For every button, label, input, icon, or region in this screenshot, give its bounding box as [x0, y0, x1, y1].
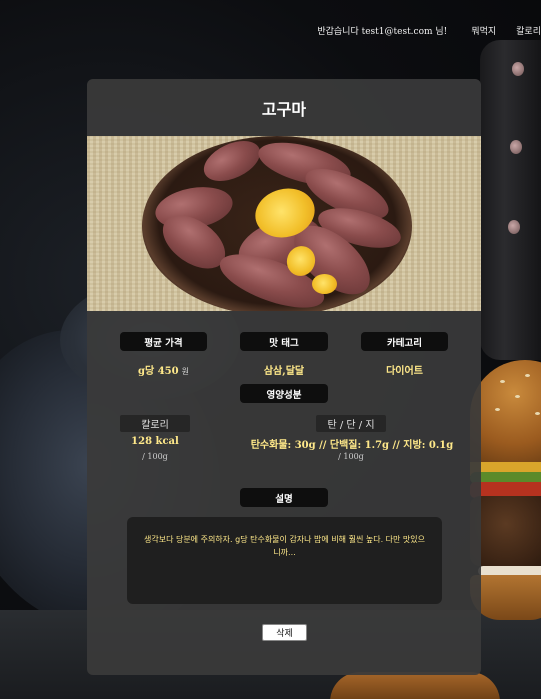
knife-handle-decoration [480, 40, 541, 360]
price-label: 평균 가격 [120, 332, 207, 351]
food-title: 고구마 [261, 99, 307, 119]
user-greeting: 반갑습니다 test1@test.com 님! [317, 26, 448, 37]
nav-link-what-to-eat[interactable]: 뭐먹지 [471, 24, 496, 37]
macro-per-unit: / 100g [338, 452, 364, 461]
nav-link-calorie[interactable]: 칼로리 [516, 24, 541, 37]
nutrition-label: 영양성분 [240, 384, 328, 403]
macro-label: 탄 / 단 / 지 [316, 415, 386, 432]
price-unit: 원 [181, 367, 189, 376]
description-box: 생각보다 당분에 주의하자. g당 탄수화물이 감자나 밥에 비해 훨씬 높다.… [127, 517, 442, 604]
price-amount: g당 450 [138, 366, 179, 377]
food-image [87, 136, 481, 311]
price-value: g당 450 원 [120, 362, 207, 377]
category-label: 카테고리 [361, 332, 448, 351]
food-detail-card: 고구마 평균 가격 맛 태그 카테고리 g당 450 원 삼삼,달달 다이어트 영… [87, 79, 481, 675]
calorie-value: 128 kcal [131, 436, 179, 447]
description-text: 생각보다 당분에 주의하자. g당 탄수화물이 감자나 밥에 비해 훨씬 높다.… [143, 535, 425, 557]
top-nav: 반갑습니다 test1@test.com 님! 뭐먹지 칼로리 [317, 22, 541, 38]
taste-tag-value: 삼삼,달달 [263, 366, 305, 377]
taste-tag-label: 맛 태그 [240, 332, 328, 351]
calorie-per-unit: / 100g [142, 452, 168, 461]
delete-button[interactable]: 삭제 [262, 624, 307, 641]
category-value: 다이어트 [386, 366, 423, 377]
description-label: 설명 [240, 488, 328, 507]
macro-value: 탄수화물: 30g // 단백질: 1.7g // 지방: 0.1g [250, 440, 454, 451]
calorie-label: 칼로리 [120, 415, 190, 432]
